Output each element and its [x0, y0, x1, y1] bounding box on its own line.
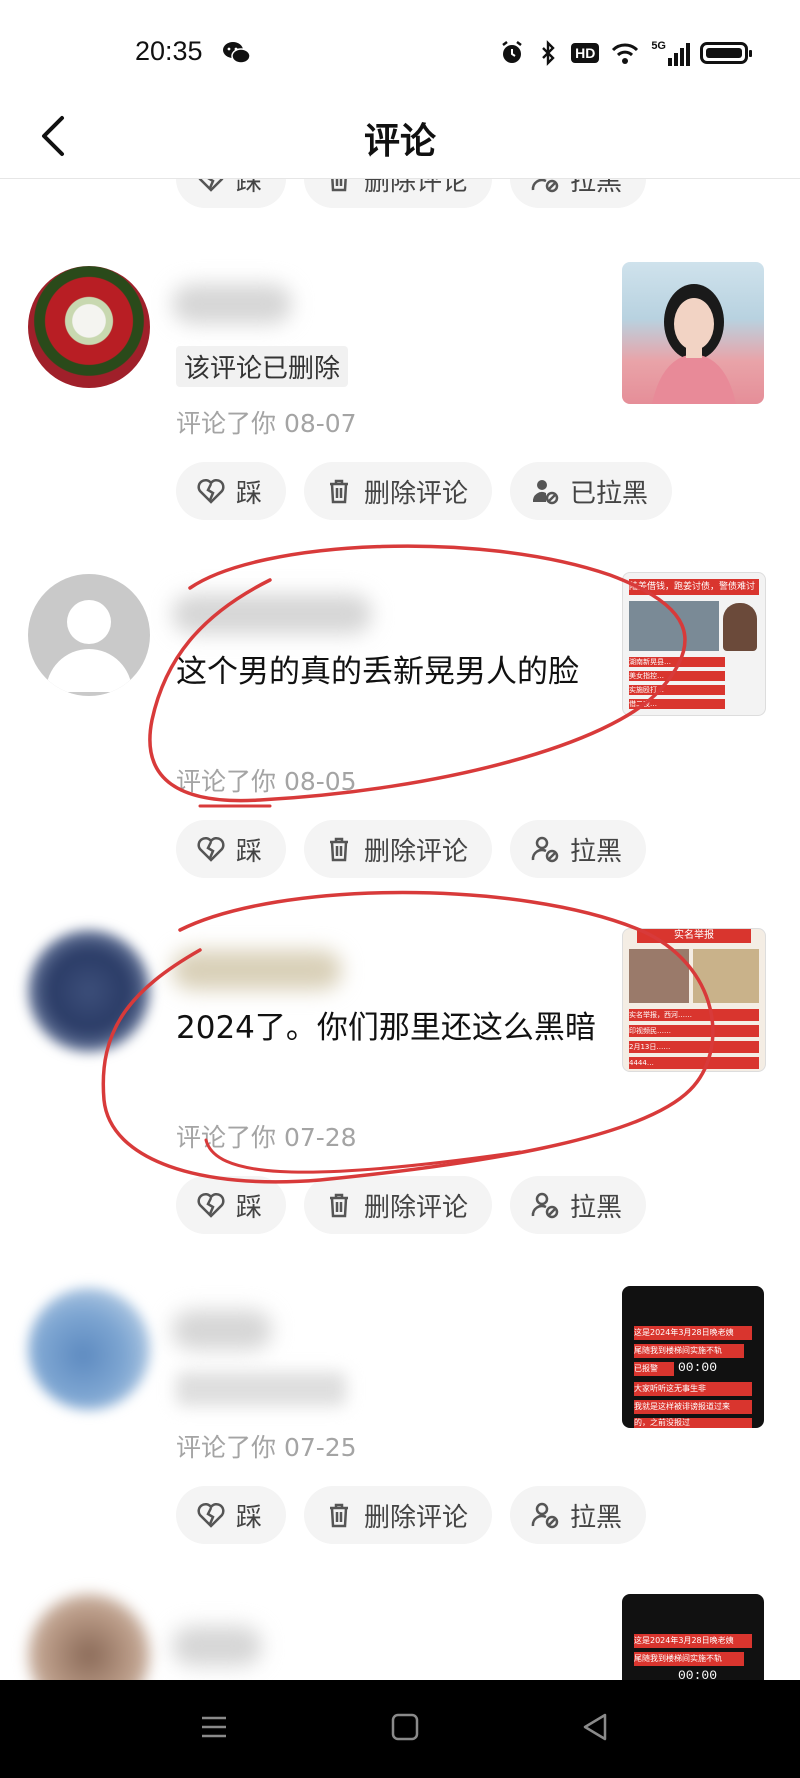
avatar[interactable]	[28, 1288, 150, 1410]
thumb-caption: 尾随我到楼梯间实施不轨	[634, 1344, 744, 1358]
signal-bar	[680, 48, 684, 66]
home-icon[interactable]	[388, 1710, 422, 1744]
delete-comment-button[interactable]: 删除评论	[304, 820, 493, 878]
comment-actions: 踩 删除评论 拉黑	[176, 820, 647, 878]
signal-bar	[674, 53, 678, 66]
heart-broken-icon	[197, 1192, 225, 1218]
comment-text-blurred	[176, 1372, 346, 1406]
deleted-comment-label: 该评论已删除	[176, 346, 349, 387]
thumb-caption: 美女指控…	[629, 671, 725, 681]
thumb-caption: 尾随我到楼梯间实施不轨	[634, 1652, 744, 1666]
comment-list: 踩 删除评论 拉黑 该评论已删除 评论了你 08-07 踩 删除评论 已拉黑 这…	[0, 0, 800, 1778]
dislike-button[interactable]: 踩	[176, 1176, 287, 1234]
comment-actions: 踩 删除评论 拉黑	[176, 1486, 647, 1544]
trash-icon	[330, 1503, 349, 1528]
thumb-photo	[629, 949, 689, 1003]
username-blurred	[172, 950, 342, 990]
battery-icon	[700, 42, 752, 64]
user-placeholder-icon	[46, 600, 132, 692]
comment-meta: 评论了你 07-28	[176, 1123, 357, 1152]
delete-comment-button[interactable]: 删除评论	[304, 462, 493, 520]
network-type: 5G	[651, 40, 666, 52]
username-blurred	[172, 1310, 272, 1350]
username-blurred	[172, 1626, 262, 1666]
block-button[interactable]: 拉黑	[510, 1176, 647, 1234]
thumb-photo	[629, 601, 719, 651]
heart-broken-icon	[197, 478, 225, 504]
dislike-button[interactable]: 踩	[176, 462, 287, 520]
delete-comment-button[interactable]: 删除评论	[304, 1176, 493, 1234]
post-thumbnail[interactable]: 这是2024年3月28日晚老姨 尾随我到楼梯间实施不轨 已报警 00:00 大家…	[622, 1286, 764, 1428]
wechat-notification-icon	[223, 42, 251, 64]
signal-indicator: 5G	[651, 40, 690, 66]
thumb-caption: 湖南新晃县…	[629, 657, 725, 667]
comment-meta: 评论了你 08-05	[176, 767, 357, 796]
back-triangle-icon[interactable]	[578, 1710, 612, 1744]
comment-meta: 评论了你 07-25	[176, 1433, 357, 1462]
thumb-caption: 大家听听这无事生非	[634, 1382, 752, 1396]
page-title: 评论	[363, 121, 436, 162]
heart-broken-icon	[197, 1502, 225, 1528]
thumb-caption: 2月13日……	[629, 1041, 759, 1053]
alarm-icon	[502, 41, 522, 63]
hd-badge: HD	[571, 43, 600, 63]
username-blurred	[172, 594, 372, 634]
signal-bar	[686, 43, 690, 66]
comment-actions: 踩 删除评论 已拉黑	[176, 462, 673, 520]
status-icons: HD 5G	[499, 38, 752, 68]
heart-broken-icon	[197, 836, 225, 862]
blocked-button[interactable]: 已拉黑	[510, 462, 673, 520]
thumb-caption: 这是2024年3月28日晚老姨	[634, 1634, 752, 1648]
thumb-caption: 我就是这样被诽谤报道过来	[634, 1400, 752, 1414]
signal-bar	[668, 58, 672, 66]
bluetooth-icon	[542, 40, 555, 66]
post-thumbnail[interactable]: 陆姜借钱，跑姜讨债，警债难讨 湖南新晃县… 美女指控… 实施殴打… 借二夜…	[622, 572, 766, 716]
post-thumbnail[interactable]	[622, 262, 764, 404]
comment-actions: 踩 删除评论 拉黑	[176, 1176, 647, 1234]
user-block-icon	[531, 1502, 559, 1529]
wifi-icon	[612, 43, 639, 64]
user-blocked-icon	[532, 480, 559, 505]
trash-icon	[330, 837, 349, 862]
clock: 20:35	[135, 36, 203, 66]
thumb-caption: 陆姜借钱，跑姜讨债，警债难讨	[629, 579, 759, 595]
comment-meta: 评论了你 08-07	[176, 409, 357, 438]
trash-icon	[330, 479, 349, 504]
portrait-image	[652, 284, 736, 404]
thumb-document	[693, 949, 759, 1003]
username-blurred	[172, 284, 292, 324]
dislike-button[interactable]: 踩	[176, 1486, 287, 1544]
trash-icon	[330, 1193, 349, 1218]
status-bar: 20:35 HD 5G	[0, 0, 800, 100]
block-button[interactable]: 拉黑	[510, 1486, 647, 1544]
thumb-caption: 的，之前没报过	[634, 1418, 752, 1428]
default-avatar[interactable]	[28, 574, 150, 696]
thumb-caption: 已报警	[634, 1362, 674, 1376]
user-block-icon	[531, 836, 559, 863]
menu-icon[interactable]	[198, 1710, 230, 1744]
thumb-caption: 这是2024年3月28日晚老姨	[634, 1326, 752, 1340]
comment-text: 这个男的真的丢新晃男人的脸	[176, 654, 579, 690]
dislike-button[interactable]: 踩	[176, 820, 287, 878]
thumb-person	[723, 603, 757, 651]
thumb-caption: 实名举报，西河……	[629, 1009, 759, 1021]
post-thumbnail[interactable]: 实名举报 实名举报，西河…… 印视频民…… 2月13日…… 4444…	[622, 928, 766, 1072]
thumb-caption: 实施殴打…	[629, 685, 725, 695]
page-header: 评论	[0, 100, 800, 179]
thumb-caption: 印视频民……	[629, 1025, 759, 1037]
system-nav-bar	[0, 1680, 800, 1778]
avatar[interactable]	[28, 930, 150, 1052]
avatar[interactable]	[28, 266, 150, 388]
block-button[interactable]: 拉黑	[510, 820, 647, 878]
thumb-caption: 实名举报	[637, 929, 751, 943]
delete-comment-button[interactable]: 删除评论	[304, 1486, 493, 1544]
user-block-icon	[531, 1192, 559, 1219]
thumb-timer: 00:00	[678, 1360, 718, 1375]
comment-text: 2024了。你们那里还这么黑暗	[176, 1010, 596, 1046]
thumb-caption: 4444…	[629, 1057, 759, 1069]
thumb-caption: 借二夜…	[629, 699, 725, 709]
